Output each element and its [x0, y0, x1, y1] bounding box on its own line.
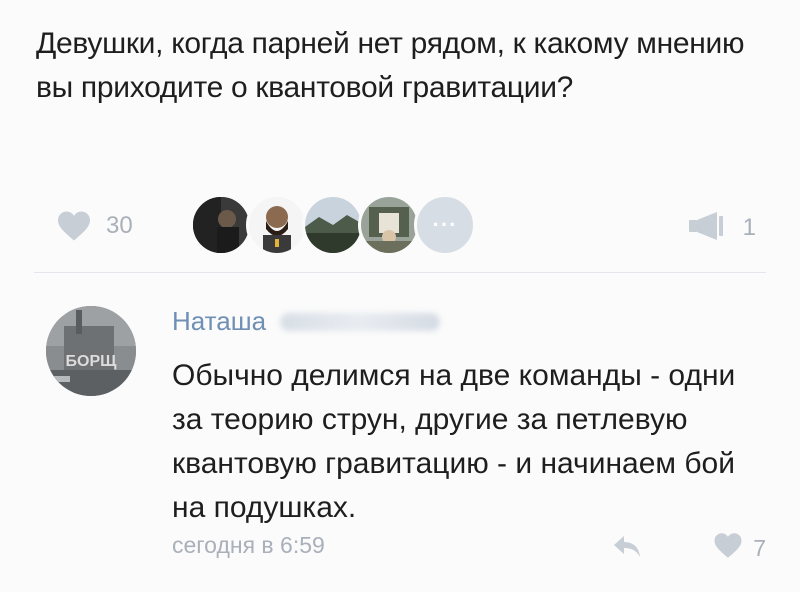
post-actions: 30 ··· 1: [0, 190, 800, 260]
reply-arrow-icon[interactable]: [612, 534, 642, 565]
liker-avatar[interactable]: [190, 194, 252, 256]
comment-meta: сегодня в 6:59 7: [172, 532, 772, 564]
post-likes-count: 30: [106, 212, 133, 239]
liker-avatar[interactable]: [358, 194, 420, 256]
megaphone-icon: [687, 210, 727, 245]
blurred-surname: [280, 312, 441, 331]
divider: [34, 272, 766, 273]
heart-icon: [56, 210, 92, 242]
comment-like-button[interactable]: 7: [713, 532, 766, 564]
comment-text: Обычно делимся на две команды - одни за …: [172, 359, 736, 524]
comment-author-name[interactable]: Наташа: [172, 306, 266, 337]
avatar-text: БОРЩ: [66, 353, 118, 370]
liker-avatar[interactable]: [246, 194, 308, 256]
comment-author[interactable]: Наташа: [172, 306, 441, 337]
more-likers-button[interactable]: ···: [414, 194, 476, 256]
heart-icon: [713, 532, 743, 564]
reposts-count: 1: [742, 213, 756, 241]
post-text: Девушки, когда парней нет рядом, к каком…: [36, 27, 745, 104]
comment-date[interactable]: сегодня в 6:59: [172, 532, 325, 559]
likers-avatars[interactable]: ···: [190, 194, 476, 256]
repost-button[interactable]: 1: [687, 210, 756, 245]
post-like-button[interactable]: 30: [56, 210, 133, 242]
avatar[interactable]: БОРЩ: [46, 306, 136, 396]
ellipsis-icon: ···: [432, 212, 458, 237]
comment-likes-count: 7: [753, 534, 766, 561]
liker-avatar[interactable]: [302, 194, 364, 256]
